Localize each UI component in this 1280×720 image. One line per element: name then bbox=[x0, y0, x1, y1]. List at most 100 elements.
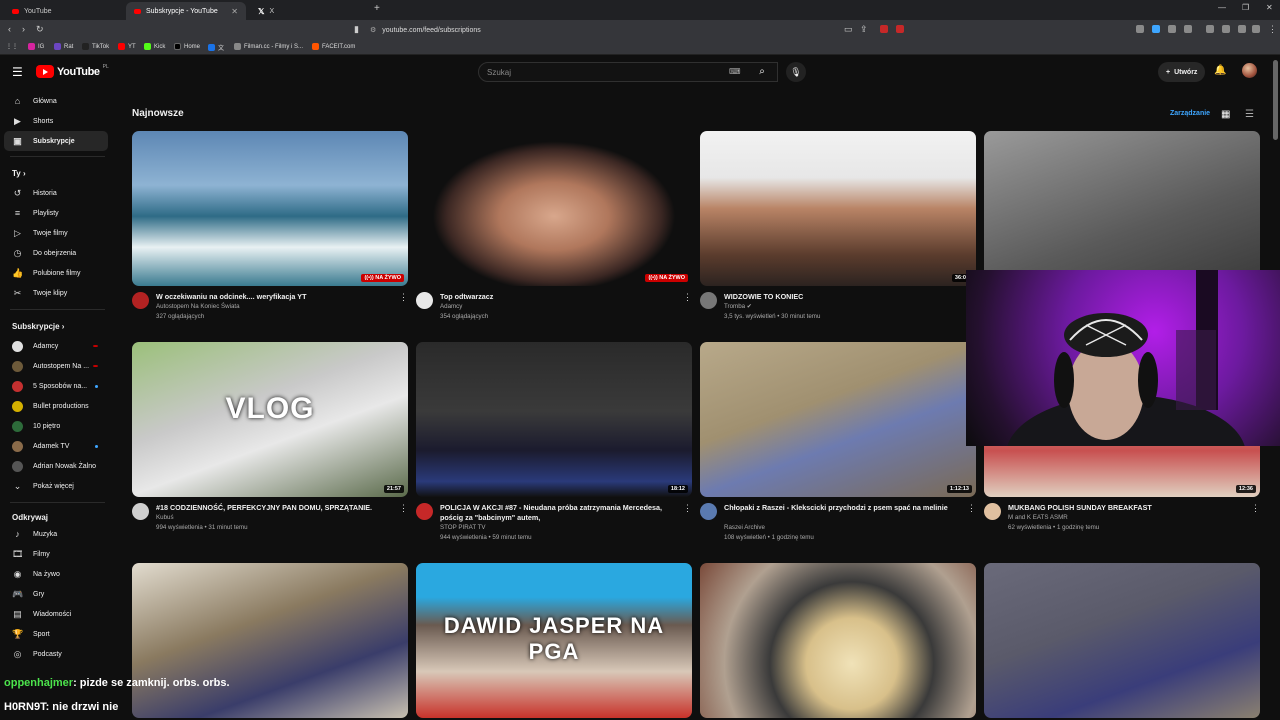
kebab-menu-icon[interactable]: ⋮ bbox=[399, 292, 408, 303]
kebab-menu-icon[interactable]: ⋮ bbox=[967, 503, 976, 514]
youtube-logo[interactable]: YouTube PL bbox=[36, 64, 109, 78]
maximize-icon[interactable]: ❐ bbox=[1242, 3, 1249, 12]
profile-icon[interactable] bbox=[1252, 25, 1260, 33]
video-title[interactable]: POLICJA W AKCJI #87 - Nieudana próba zat… bbox=[440, 503, 680, 523]
channel-name[interactable]: Tromba ✔ bbox=[724, 303, 752, 310]
extension-icon[interactable] bbox=[1168, 25, 1176, 33]
apps-icon[interactable]: ⋮⋮ bbox=[6, 43, 18, 50]
channel-avatar[interactable] bbox=[984, 503, 1001, 520]
sidebar-channel-10-pietro[interactable]: 10 piętro bbox=[4, 416, 108, 436]
extension-icon[interactable] bbox=[880, 25, 888, 33]
section-you-header[interactable]: Ty › bbox=[12, 169, 26, 178]
sidebar-item-watch-later[interactable]: ◷ Do obejrzenia bbox=[4, 243, 108, 263]
bookmark-yt[interactable]: YT bbox=[118, 43, 136, 50]
cast-icon[interactable]: ▭ bbox=[844, 24, 853, 35]
channel-name[interactable]: Adamcy bbox=[440, 303, 462, 310]
sidebar-item-clips[interactable]: ✂ Twoje klipy bbox=[4, 283, 108, 303]
sidebar-channel-adrian[interactable]: Adrian Nowak Żalno bbox=[4, 456, 108, 476]
sidebar-item-live[interactable]: ◉ Na żywo bbox=[4, 564, 108, 584]
channel-avatar[interactable] bbox=[132, 292, 149, 309]
extension-icon[interactable] bbox=[1184, 25, 1192, 33]
forward-icon[interactable]: › bbox=[22, 24, 25, 34]
back-icon[interactable]: ‹ bbox=[8, 24, 11, 34]
kebab-menu-icon[interactable]: ⋮ bbox=[683, 292, 692, 303]
bookmark-x-home[interactable]: Home bbox=[174, 43, 200, 50]
sidebar-item-home[interactable]: ⌂ Główna bbox=[4, 91, 108, 111]
tab-x[interactable]: 𝕏 X bbox=[250, 2, 370, 20]
video-thumbnail[interactable]: 36:08 bbox=[700, 131, 976, 286]
menu-icon[interactable]: ☰ bbox=[12, 65, 23, 79]
video-title[interactable]: #18 CODZIENNOŚĆ, PERFEKCYJNY PAN DOMU, S… bbox=[156, 503, 396, 513]
manage-link[interactable]: Zarządzanie bbox=[1170, 110, 1210, 117]
grid-view-icon[interactable]: ▦ bbox=[1221, 109, 1230, 120]
bookmark-ig[interactable]: IG bbox=[28, 43, 44, 50]
sidebar-channel-autostopem[interactable]: Autostopem Na ... bbox=[4, 356, 108, 376]
sidebar-item-films[interactable]: 🎞 Filmy bbox=[4, 544, 108, 564]
video-thumbnail[interactable] bbox=[984, 131, 1260, 286]
video-title[interactable]: Chłopaki z Raszei - Klekscicki przychodz… bbox=[724, 503, 964, 513]
bookmark-translate[interactable]: 文 bbox=[208, 43, 224, 52]
page-scrollbar[interactable] bbox=[1273, 60, 1278, 140]
show-more-button[interactable]: ⌄ Pokaż więcej bbox=[4, 476, 108, 496]
sidebar-item-shorts[interactable]: ▶ Shorts bbox=[4, 111, 108, 131]
bookmark-rat[interactable]: Rat bbox=[54, 43, 73, 50]
tab-youtube[interactable]: YouTube bbox=[4, 2, 124, 20]
bookmark-filman[interactable]: Filman.cc - Filmy i S... bbox=[234, 43, 303, 50]
sidebar-item-gaming[interactable]: 🎮 Gry bbox=[4, 584, 108, 604]
sidebar-channel-bullet[interactable]: Bullet productions bbox=[4, 396, 108, 416]
video-thumbnail[interactable]: ((•)) NA ŻYWO bbox=[416, 131, 692, 286]
video-thumbnail[interactable]: ((•)) NA ŻYWO bbox=[132, 131, 408, 286]
kebab-menu-icon[interactable]: ⋮ bbox=[399, 503, 408, 514]
sidebar-item-music[interactable]: ♪ Muzyka bbox=[4, 524, 108, 544]
channel-avatar[interactable] bbox=[132, 503, 149, 520]
sidebar-item-subscriptions[interactable]: ▣ Subskrypcje bbox=[4, 131, 108, 151]
channel-name[interactable]: Kubuś bbox=[156, 514, 174, 521]
sidebar-channel-adamcy[interactable]: Adamcy bbox=[4, 336, 108, 356]
kebab-menu-icon[interactable]: ⋮ bbox=[683, 503, 692, 514]
sidebar-item-liked[interactable]: 👍 Polubione filmy bbox=[4, 263, 108, 283]
sidebar-toggle-icon[interactable] bbox=[1206, 25, 1214, 33]
extension-icon[interactable] bbox=[1238, 25, 1246, 33]
video-thumbnail[interactable]: 18:12 bbox=[416, 342, 692, 497]
video-title[interactable]: MUKBANG POLISH SUNDAY BREAKFAST bbox=[1008, 503, 1248, 513]
reload-icon[interactable]: ↻ bbox=[36, 24, 44, 35]
sidebar-item-playlists[interactable]: ≡ Playlisty bbox=[4, 203, 108, 223]
video-thumbnail[interactable]: 1:12:13 bbox=[700, 342, 976, 497]
channel-avatar[interactable] bbox=[416, 503, 433, 520]
search-button[interactable]: ⌕ bbox=[750, 62, 774, 82]
section-subscriptions-header[interactable]: Subskrypcje › bbox=[12, 322, 64, 331]
channel-name[interactable]: STOP PIRAT TV bbox=[440, 524, 486, 531]
channel-avatar[interactable] bbox=[700, 292, 717, 309]
new-tab-button[interactable]: + bbox=[374, 3, 380, 14]
sidebar-channel-adamek-tv[interactable]: Adamek TV bbox=[4, 436, 108, 456]
video-title[interactable]: WIDZOWIE TO KONIEC bbox=[724, 292, 964, 302]
video-thumbnail[interactable] bbox=[700, 563, 976, 718]
bookmark-faceit[interactable]: FACEIT.com bbox=[312, 43, 355, 50]
channel-avatar[interactable] bbox=[700, 503, 717, 520]
keyboard-icon[interactable]: ⌨ bbox=[729, 67, 741, 76]
url-field[interactable]: ⚙ youtube.com/feed/subscriptions bbox=[370, 23, 910, 37]
channel-name[interactable]: Raszei Archive bbox=[724, 524, 765, 531]
video-title[interactable]: Top odtwarzacz bbox=[440, 292, 680, 302]
close-icon[interactable]: ✕ bbox=[231, 7, 238, 16]
minimize-icon[interactable]: — bbox=[1218, 3, 1226, 12]
video-thumbnail[interactable]: VLOG 21:57 bbox=[132, 342, 408, 497]
share-icon[interactable]: ⇪ bbox=[860, 24, 868, 35]
site-info-icon[interactable]: ⚙ bbox=[370, 26, 376, 34]
mic-icon[interactable]: 🎙 bbox=[786, 62, 806, 82]
channel-name[interactable]: Autostopem Na Koniec Świata bbox=[156, 303, 240, 310]
create-button[interactable]: + Utwórz bbox=[1158, 62, 1206, 82]
sidebar-channel-5-sposobow[interactable]: 5 Sposobów na... bbox=[4, 376, 108, 396]
channel-avatar[interactable] bbox=[416, 292, 433, 309]
video-title[interactable]: W oczekiwaniu na odcinek.... weryfikacja… bbox=[156, 292, 396, 302]
close-window-icon[interactable]: ✕ bbox=[1266, 3, 1273, 12]
sidebar-item-history[interactable]: ↺ Historia bbox=[4, 183, 108, 203]
extension-icon[interactable] bbox=[1222, 25, 1230, 33]
bookmark-kick[interactable]: Kick bbox=[144, 43, 165, 50]
bookmark-icon[interactable]: ▮ bbox=[354, 24, 359, 35]
extension-badge-icon[interactable] bbox=[896, 25, 904, 33]
video-thumbnail[interactable] bbox=[984, 563, 1260, 718]
sidebar-item-podcasts[interactable]: ◎ Podcasty bbox=[4, 644, 108, 664]
sidebar-item-news[interactable]: ▤ Wiadomości bbox=[4, 604, 108, 624]
kebab-menu-icon[interactable]: ⋮ bbox=[1251, 503, 1260, 514]
